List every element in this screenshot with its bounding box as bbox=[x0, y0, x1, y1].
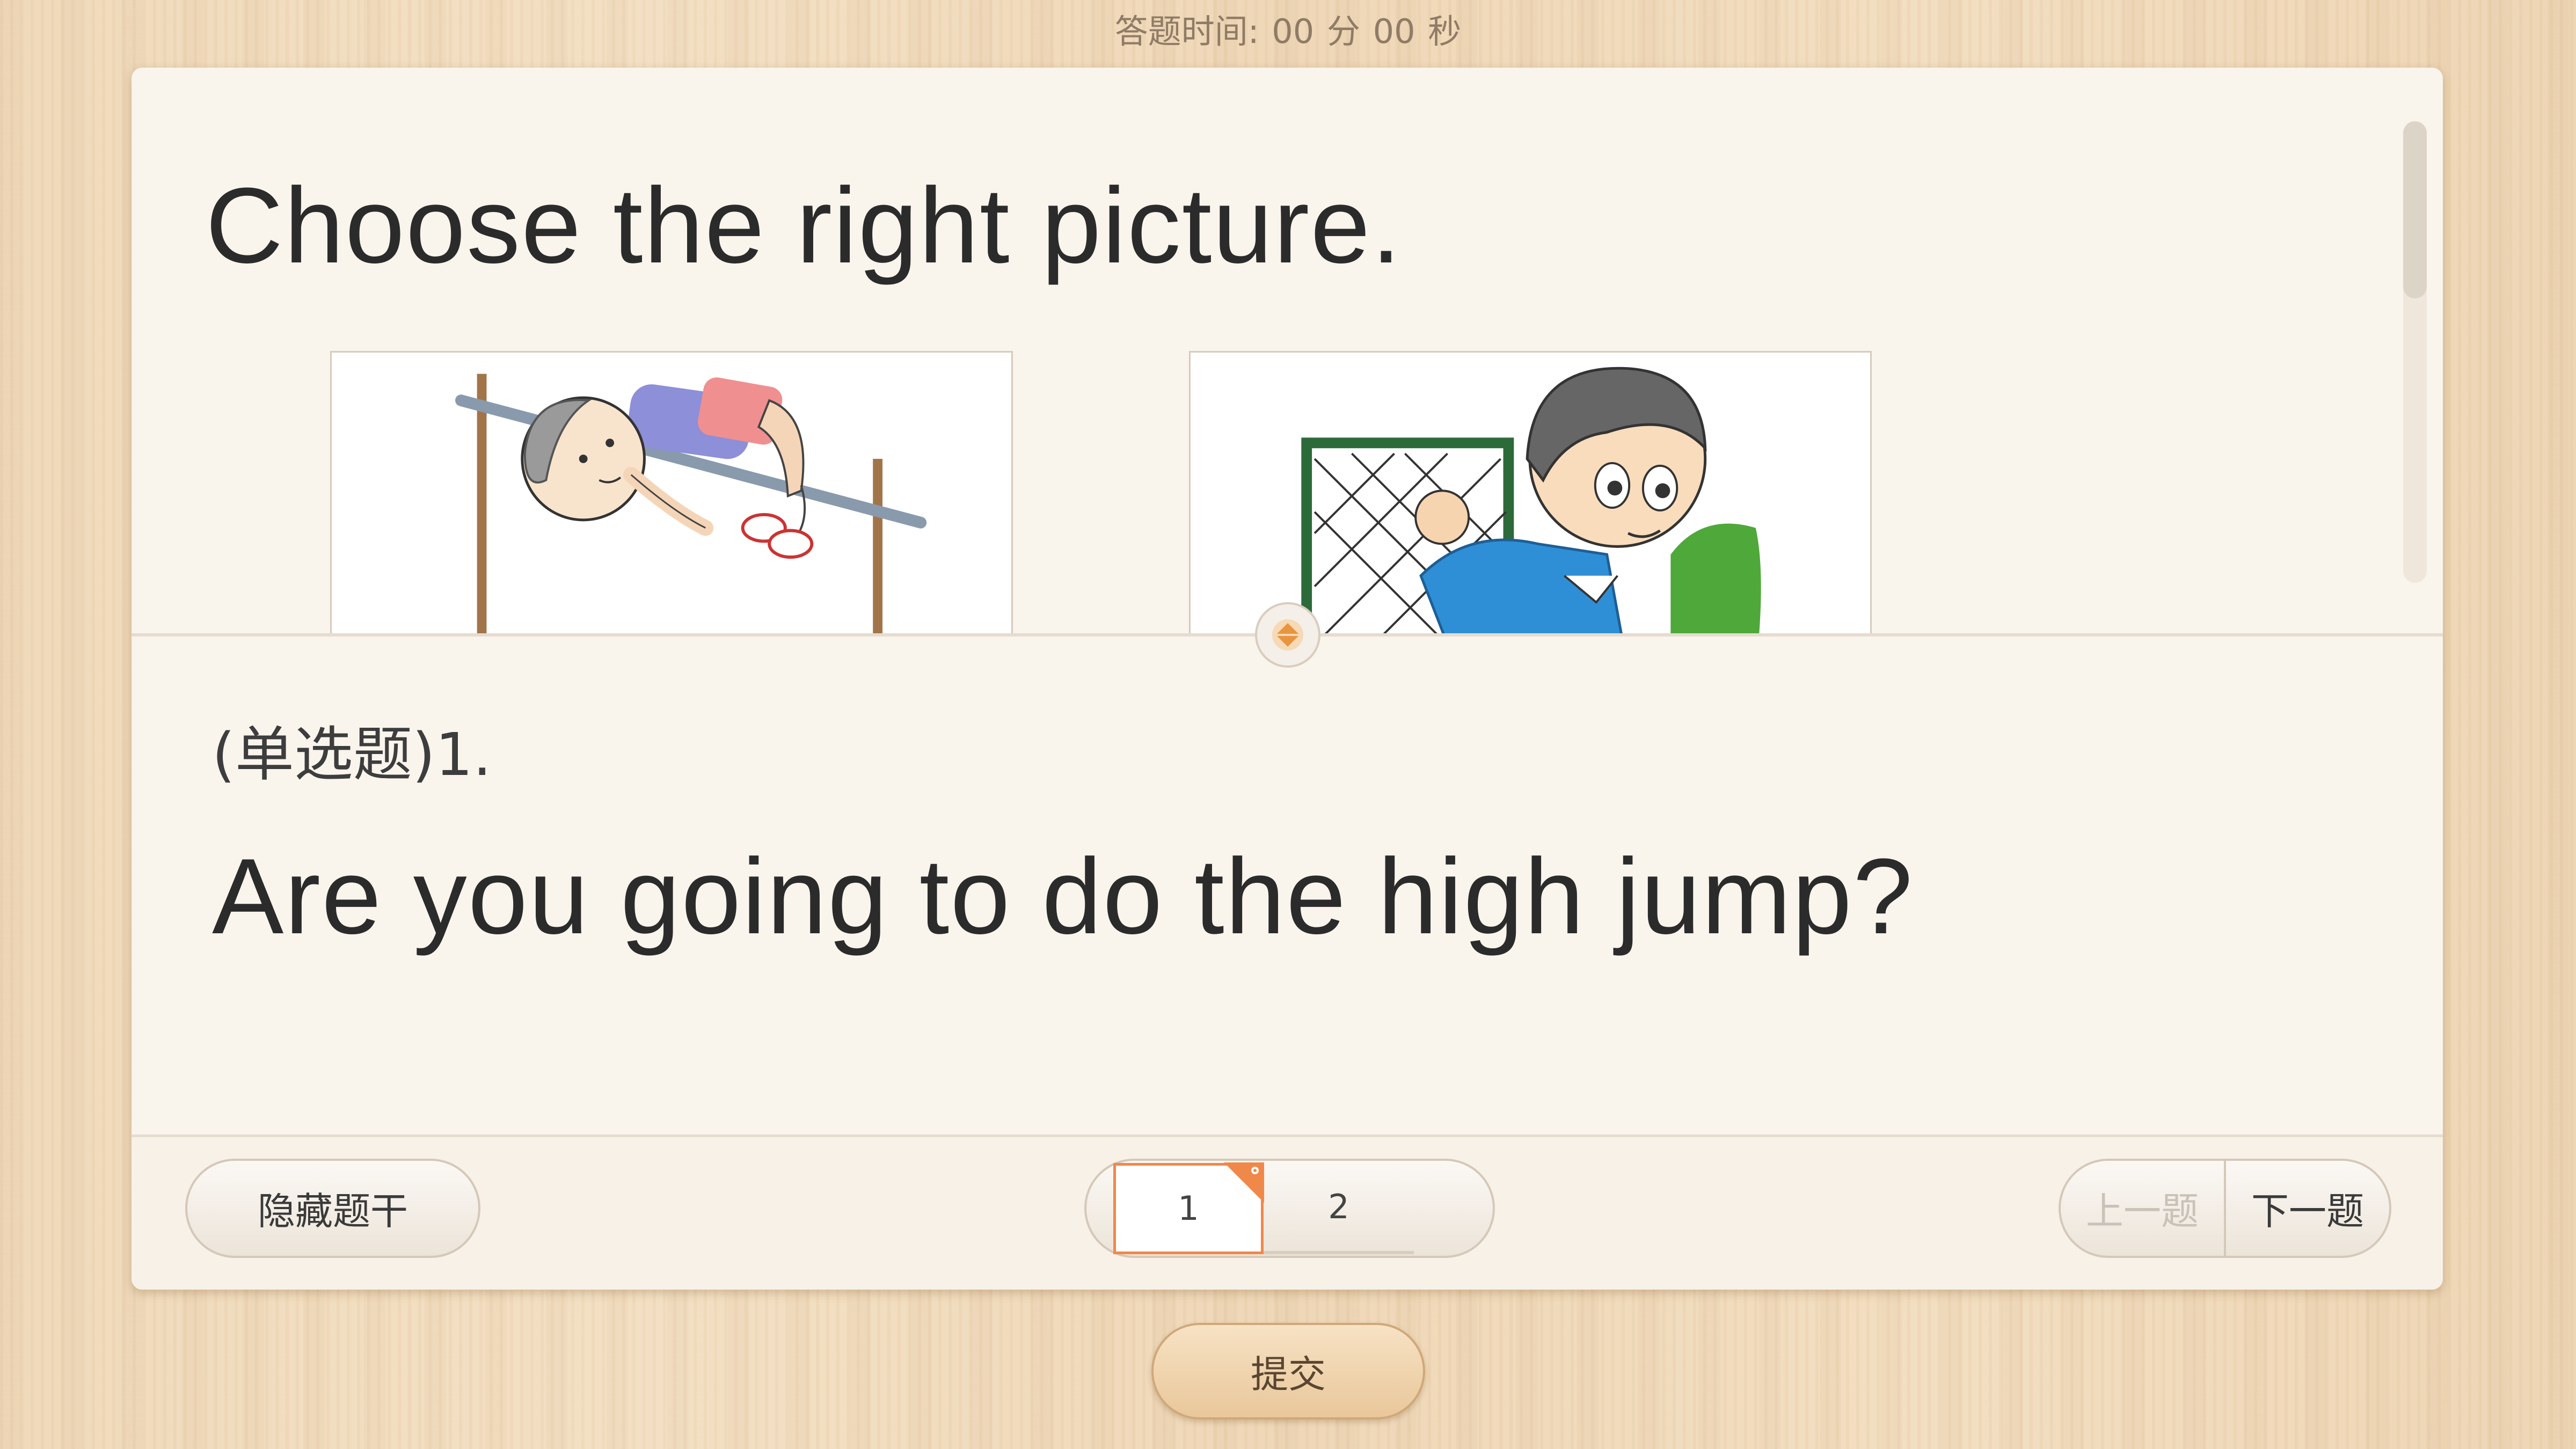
stem-scrollbar-thumb[interactable] bbox=[2403, 121, 2427, 298]
stem-instruction: Choose the right picture. bbox=[206, 166, 1403, 286]
resize-handle[interactable] bbox=[1255, 602, 1320, 668]
page-button-2-label: 2 bbox=[1328, 1187, 1349, 1226]
next-question-button[interactable]: 下一题 bbox=[2226, 1161, 2389, 1256]
timer-minutes: 00 bbox=[1272, 12, 1315, 51]
page-button-2[interactable]: 2 bbox=[1264, 1163, 1414, 1254]
question-stem: Choose the right picture. bbox=[132, 68, 2443, 633]
timer-seconds-unit: 秒 bbox=[1428, 12, 1462, 51]
question-pager: 1 2 bbox=[1084, 1159, 1495, 1258]
submit-button[interactable]: 提交 bbox=[1151, 1323, 1425, 1419]
question-type: (单选题)1. bbox=[212, 706, 492, 792]
page-button-1[interactable]: 1 bbox=[1113, 1162, 1264, 1254]
high-jump-picture bbox=[330, 351, 1013, 633]
question-footer: 隐藏题干 1 2 上一题 下一题 bbox=[132, 1135, 2443, 1290]
question-type-label: (单选题) bbox=[212, 720, 435, 789]
answer-timer: 答题时间: 00 分 00 秒 bbox=[0, 8, 2576, 56]
soccer-goalkeeper-picture bbox=[1189, 351, 1872, 633]
timer-seconds: 00 bbox=[1373, 12, 1415, 51]
prev-question-button[interactable]: 上一题 bbox=[2061, 1161, 2226, 1256]
hide-stem-button[interactable]: 隐藏题干 bbox=[185, 1159, 480, 1258]
question-text: Are you going to do the high jump? bbox=[212, 837, 1914, 956]
pin-icon bbox=[1251, 1166, 1259, 1174]
drag-arrows-icon bbox=[1272, 619, 1303, 650]
goalkeeper-icon bbox=[1301, 367, 1761, 633]
timer-label: 答题时间: bbox=[1114, 12, 1259, 51]
question-nav: 上一题 下一题 bbox=[2059, 1159, 2391, 1258]
page-button-1-label: 1 bbox=[1178, 1189, 1199, 1228]
timer-minutes-unit: 分 bbox=[1326, 12, 1360, 51]
question-number: 1. bbox=[435, 720, 492, 789]
stem-scrollbar[interactable] bbox=[2403, 121, 2427, 583]
question-card: Choose the right picture. (单选题)1. Are yo… bbox=[132, 68, 2443, 1290]
high-jump-icon bbox=[455, 374, 927, 633]
